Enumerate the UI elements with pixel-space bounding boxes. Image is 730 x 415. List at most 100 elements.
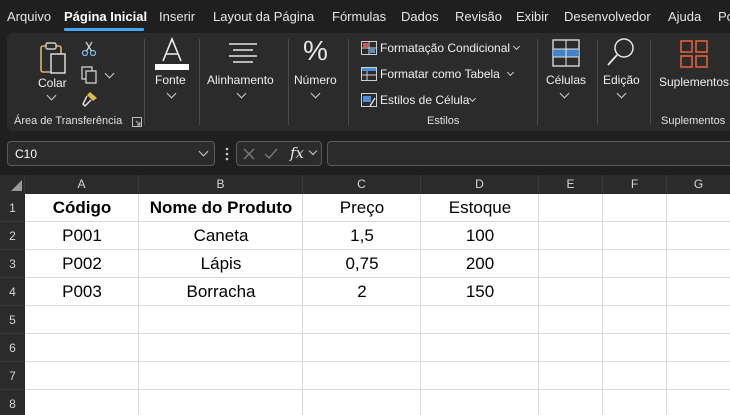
chevron-down-icon [310, 88, 321, 99]
cells-icon [552, 39, 580, 67]
conditional-formatting-icon [361, 41, 377, 55]
tab-formulas[interactable]: Fórmulas [332, 9, 386, 24]
row-header-5[interactable]: 5 [0, 306, 25, 334]
conditional-formatting-label: Formatação Condicional [380, 41, 511, 55]
name-box[interactable]: C10 [7, 141, 215, 166]
column-header-c[interactable]: C [303, 175, 421, 194]
cell-d4[interactable]: 150 [421, 278, 539, 306]
tab-arquivo[interactable]: Arquivo [7, 9, 51, 24]
cell-d2[interactable]: 100 [421, 222, 539, 250]
cell-c4[interactable]: 2 [303, 278, 421, 306]
cut-icon[interactable] [81, 41, 97, 57]
cell-a4[interactable]: P003 [25, 278, 139, 306]
font-label: Fonte [155, 73, 186, 87]
row-header-1[interactable]: 1 [0, 194, 25, 222]
clipboard-icon [40, 42, 66, 74]
ribbon-separator [144, 39, 145, 125]
row-header-3[interactable]: 3 [0, 250, 25, 278]
dialog-launcher-icon[interactable] [132, 117, 142, 127]
addins-icon [680, 40, 708, 68]
tab-desenvolvedor[interactable]: Desenvolvedor [564, 9, 651, 24]
cell-c2[interactable]: 1,5 [303, 222, 421, 250]
chevron-down-icon [166, 88, 177, 99]
cell-b2[interactable]: Caneta [139, 222, 303, 250]
column-header-f[interactable]: F [603, 175, 667, 194]
cell-b1[interactable]: Nome do Produto [139, 194, 303, 222]
cell-d1[interactable]: Estoque [421, 194, 539, 222]
active-tab-indicator [64, 28, 144, 31]
tab-inserir[interactable]: Inserir [159, 9, 195, 24]
select-all-corner[interactable] [0, 175, 25, 194]
column-header-d[interactable]: D [421, 175, 539, 194]
chevron-down-icon [46, 90, 57, 101]
cancel-icon[interactable] [243, 148, 255, 160]
chevron-down-icon [506, 68, 515, 77]
align-icon [229, 43, 257, 63]
addins-label: Suplementos [659, 75, 730, 89]
search-icon [607, 38, 634, 66]
tab-layout-da-pagina[interactable]: Layout da Página [213, 9, 314, 24]
chevron-down-icon[interactable] [308, 146, 318, 156]
copy-dropdown-chevron-icon[interactable] [104, 68, 115, 79]
chevron-down-icon [559, 88, 570, 99]
select-all-triangle-icon [11, 180, 22, 191]
more-vertical-icon[interactable] [225, 146, 229, 162]
row-header-6[interactable]: 6 [0, 334, 25, 362]
alignment-label: Alinhamento [207, 73, 274, 87]
ribbon: Colar Área de Transferência Fonte Alinha… [7, 33, 730, 131]
cell-d3[interactable]: 200 [421, 250, 539, 278]
cell-b4[interactable]: Borracha [139, 278, 303, 306]
menu-bar: Arquivo Página Inicial Inserir Layout da… [0, 0, 730, 33]
ribbon-separator [288, 39, 289, 125]
ribbon-separator [650, 39, 651, 125]
column-header-b[interactable]: B [139, 175, 303, 194]
row-header-8[interactable]: 8 [0, 390, 25, 415]
cell-b3[interactable]: Lápis [139, 250, 303, 278]
copy-icon[interactable] [81, 66, 99, 84]
row-header-7[interactable]: 7 [0, 362, 25, 390]
ribbon-separator [537, 39, 538, 125]
ribbon-separator [348, 39, 349, 125]
cell-c3[interactable]: 0,75 [303, 250, 421, 278]
tab-exibir[interactable]: Exibir [516, 9, 549, 24]
formula-input[interactable] [327, 141, 730, 166]
percent-icon: % [303, 35, 328, 66]
cell-styles-label: Estilos de Célula [380, 93, 470, 107]
font-icon [155, 37, 189, 70]
column-header-e[interactable]: E [539, 175, 603, 194]
chevron-down-icon [236, 88, 247, 99]
clipboard-group-label: Área de Transferência [14, 115, 123, 127]
gridline [25, 333, 730, 334]
cell-a1[interactable]: Código [25, 194, 139, 222]
tab-overflow[interactable]: Po [718, 9, 730, 24]
cell-a2[interactable]: P001 [25, 222, 139, 250]
tab-dados[interactable]: Dados [401, 9, 439, 24]
formula-controls: fx [236, 141, 322, 166]
cell-a3[interactable]: P002 [25, 250, 139, 278]
format-painter-icon[interactable] [80, 90, 100, 108]
format-as-table-label: Formatar como Tabela [380, 67, 500, 81]
cells-label: Células [546, 73, 587, 87]
row-header-4[interactable]: 4 [0, 278, 25, 306]
ribbon-separator [597, 39, 598, 125]
tab-ajuda[interactable]: Ajuda [668, 9, 701, 24]
paste-label: Colar [38, 76, 67, 90]
gridline [25, 361, 730, 362]
chevron-down-icon[interactable] [198, 146, 209, 157]
cell-c1[interactable]: Preço [303, 194, 421, 222]
gridline [25, 389, 730, 390]
confirm-icon[interactable] [264, 148, 278, 160]
chevron-down-icon [616, 88, 627, 99]
column-header-g[interactable]: G [667, 175, 730, 194]
chevron-down-icon [468, 94, 477, 103]
addins-group-label: Suplementos [661, 115, 726, 127]
insert-function-icon[interactable]: fx [290, 144, 304, 162]
column-header-a[interactable]: A [25, 175, 139, 194]
editing-label: Edição [603, 73, 640, 87]
tab-pagina-inicial[interactable]: Página Inicial [64, 9, 147, 24]
table-icon [361, 67, 377, 81]
tab-revisao[interactable]: Revisão [455, 9, 502, 24]
styles-group-label: Estilos [427, 115, 460, 127]
row-header-2[interactable]: 2 [0, 222, 25, 250]
name-box-value: C10 [15, 147, 38, 161]
